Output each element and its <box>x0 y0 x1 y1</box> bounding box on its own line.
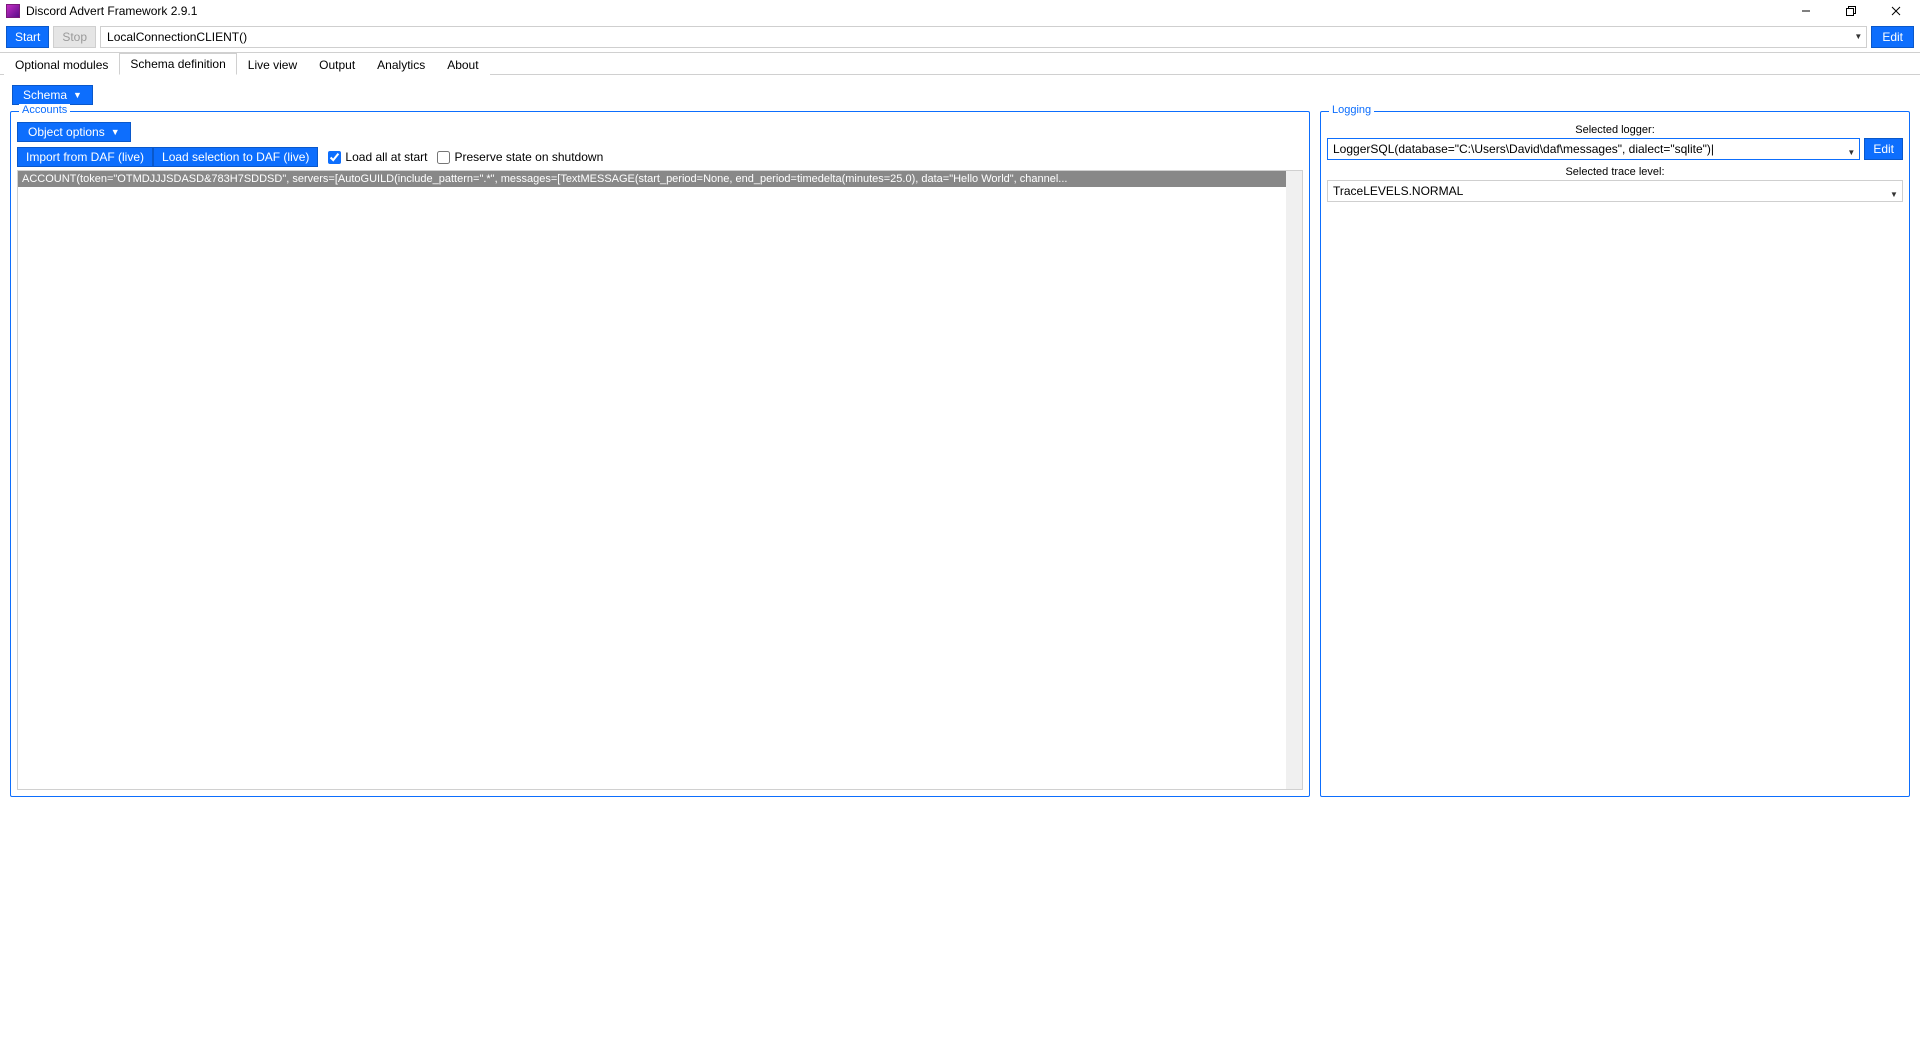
logging-fieldset: Logging Selected logger: ▼ Edit Selected… <box>1320 111 1910 797</box>
accounts-fieldset: Accounts Object options ▼ Import from DA… <box>10 111 1310 797</box>
content-area: Schema ▼ Accounts Object options ▼ Impor… <box>0 75 1920 807</box>
preserve-state-checkbox[interactable]: Preserve state on shutdown <box>437 150 603 164</box>
accounts-column: Accounts Object options ▼ Import from DA… <box>10 111 1310 797</box>
logger-combobox[interactable]: ▼ <box>1327 138 1860 160</box>
titlebar: Discord Advert Framework 2.9.1 <box>0 0 1920 22</box>
load-all-label: Load all at start <box>345 150 427 164</box>
tabbar: Optional modules Schema definition Live … <box>0 53 1920 75</box>
app-icon <box>6 4 20 18</box>
connection-edit-button[interactable]: Edit <box>1871 26 1914 48</box>
preserve-state-label: Preserve state on shutdown <box>454 150 603 164</box>
schema-menu-row: Schema ▼ <box>12 85 1910 105</box>
scrollbar-vertical[interactable] <box>1286 171 1302 789</box>
columns: Accounts Object options ▼ Import from DA… <box>10 111 1910 797</box>
connection-combobox[interactable]: ▼ <box>100 26 1867 48</box>
close-button[interactable] <box>1873 0 1918 22</box>
accounts-action-row: Import from DAF (live) Load selection to… <box>17 147 1303 167</box>
schema-menu-label: Schema <box>23 88 67 102</box>
list-item[interactable]: ACCOUNT(token="OTMDJJJSDASD&783H7SDDSD",… <box>18 171 1302 187</box>
tab-about[interactable]: About <box>436 54 489 75</box>
object-options-button[interactable]: Object options ▼ <box>17 122 131 142</box>
maximize-icon <box>1846 6 1856 16</box>
object-options-label: Object options <box>28 125 105 139</box>
stop-button: Stop <box>53 26 96 48</box>
trace-input[interactable] <box>1328 181 1886 201</box>
load-selection-button[interactable]: Load selection to DAF (live) <box>153 147 318 167</box>
chevron-down-icon: ▼ <box>111 127 120 137</box>
titlebar-left: Discord Advert Framework 2.9.1 <box>6 4 197 18</box>
connection-input[interactable] <box>101 27 1850 47</box>
logging-legend: Logging <box>1329 104 1374 116</box>
tab-analytics[interactable]: Analytics <box>366 54 436 75</box>
logging-column: Logging Selected logger: ▼ Edit Selected… <box>1320 111 1910 797</box>
chevron-down-icon[interactable]: ▼ <box>1886 181 1902 201</box>
preserve-state-checkbox-input[interactable] <box>437 151 450 164</box>
accounts-listbox[interactable]: ACCOUNT(token="OTMDJJJSDASD&783H7SDDSD",… <box>17 170 1303 790</box>
chevron-down-icon[interactable]: ▼ <box>1843 139 1859 159</box>
chevron-down-icon[interactable]: ▼ <box>1850 32 1866 43</box>
load-all-checkbox-input[interactable] <box>328 151 341 164</box>
object-options-row: Object options ▼ <box>17 122 1303 142</box>
maximize-button[interactable] <box>1828 0 1873 22</box>
load-all-checkbox[interactable]: Load all at start <box>328 150 427 164</box>
selected-logger-label: Selected logger: <box>1327 124 1903 136</box>
tab-optional-modules[interactable]: Optional modules <box>4 54 119 75</box>
logger-row: ▼ Edit <box>1327 138 1903 160</box>
close-icon <box>1891 6 1901 16</box>
import-from-daf-button[interactable]: Import from DAF (live) <box>17 147 153 167</box>
chevron-down-icon: ▼ <box>73 90 82 100</box>
tab-live-view[interactable]: Live view <box>237 54 308 75</box>
minimize-icon <box>1801 6 1811 16</box>
logger-edit-button[interactable]: Edit <box>1864 138 1903 160</box>
logger-input[interactable] <box>1328 139 1843 159</box>
window-title: Discord Advert Framework 2.9.1 <box>26 4 197 18</box>
live-buttons-group: Import from DAF (live) Load selection to… <box>17 147 318 167</box>
tab-schema-definition[interactable]: Schema definition <box>119 53 236 75</box>
minimize-button[interactable] <box>1783 0 1828 22</box>
window-controls <box>1783 0 1918 22</box>
trace-level-label: Selected trace level: <box>1327 166 1903 178</box>
tab-output[interactable]: Output <box>308 54 366 75</box>
start-button[interactable]: Start <box>6 26 49 48</box>
schema-menu-button[interactable]: Schema ▼ <box>12 85 93 105</box>
trace-combobox[interactable]: ▼ <box>1327 180 1903 202</box>
accounts-legend: Accounts <box>19 104 70 116</box>
top-toolbar: Start Stop ▼ Edit <box>0 22 1920 53</box>
